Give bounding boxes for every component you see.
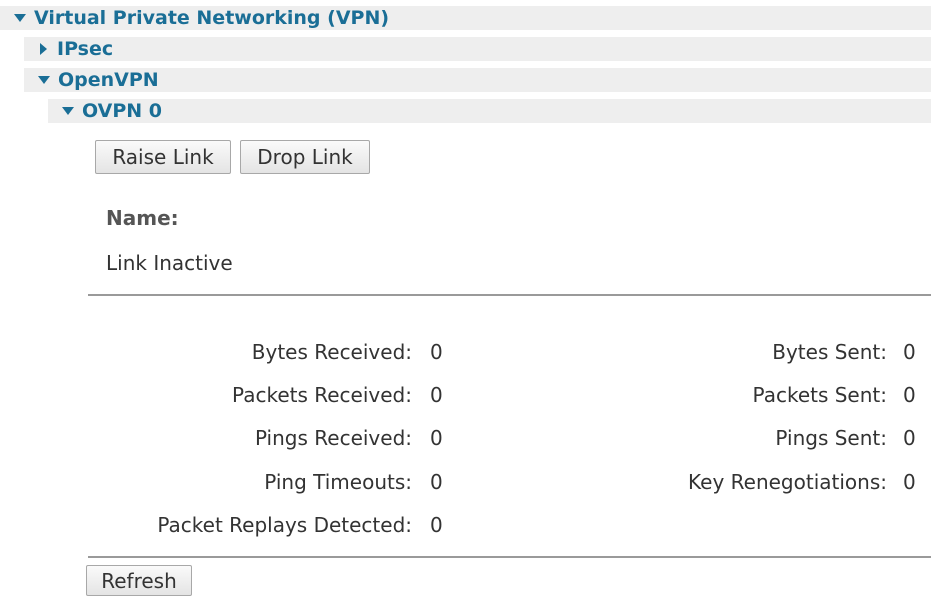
tree-item-ovpn0[interactable]: OVPN 0: [48, 99, 931, 123]
name-label: Name:: [106, 206, 179, 230]
expanded-arrow-icon: [14, 14, 26, 22]
tree-item-openvpn-label: OpenVPN: [58, 69, 159, 91]
key-renegotiations-value: 0: [903, 470, 916, 494]
expanded-arrow-icon: [38, 76, 50, 84]
pings-received-label: Pings Received:: [254, 426, 412, 450]
bytes-sent-label: Bytes Sent:: [772, 340, 887, 364]
bytes-received-value: 0: [430, 340, 443, 364]
tree-item-vpn-label: Virtual Private Networking (VPN): [34, 7, 390, 29]
packets-received-label: Packets Received:: [232, 383, 412, 407]
ping-timeouts-label: Ping Timeouts:: [264, 470, 412, 494]
pings-sent-label: Pings Sent:: [775, 426, 887, 450]
tree-item-ovpn0-label: OVPN 0: [82, 100, 163, 122]
raise-link-button[interactable]: Raise Link: [95, 140, 231, 174]
packets-sent-value: 0: [903, 383, 916, 407]
drop-link-button[interactable]: Drop Link: [240, 140, 370, 174]
divider-bottom: [88, 556, 931, 558]
bytes-received-label: Bytes Received:: [251, 340, 412, 364]
ping-timeouts-value: 0: [430, 470, 443, 494]
pings-sent-value: 0: [903, 426, 916, 450]
key-renegotiations-label: Key Renegotiations:: [688, 470, 887, 494]
refresh-button[interactable]: Refresh: [86, 565, 192, 596]
tree-item-ipsec[interactable]: IPsec: [24, 37, 931, 61]
packet-replays-value: 0: [430, 513, 443, 537]
divider-top: [88, 294, 931, 296]
packets-sent-label: Packets Sent:: [752, 383, 887, 407]
collapsed-arrow-icon: [40, 43, 47, 55]
link-status-text: Link Inactive: [106, 251, 233, 275]
packet-replays-label: Packet Replays Detected:: [157, 513, 412, 537]
expanded-arrow-icon: [62, 107, 74, 115]
tree-item-openvpn[interactable]: OpenVPN: [24, 68, 931, 92]
bytes-sent-value: 0: [903, 340, 916, 364]
packets-received-value: 0: [430, 383, 443, 407]
tree-item-ipsec-label: IPsec: [57, 38, 114, 60]
tree-item-vpn[interactable]: Virtual Private Networking (VPN): [0, 6, 931, 30]
pings-received-value: 0: [430, 426, 443, 450]
